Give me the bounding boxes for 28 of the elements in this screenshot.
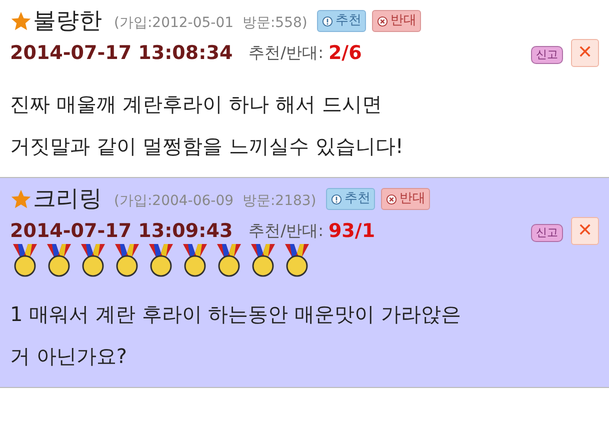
- author-name: 불량한: [33, 7, 102, 36]
- vote-count: 93/1: [328, 218, 376, 244]
- close-button[interactable]: ✕: [571, 38, 599, 67]
- star-icon: [10, 10, 32, 32]
- comment-text: 거짓말과 같이 멀쩡함을 느끼실수 있습니다!: [10, 133, 404, 160]
- member-info: (가입:2012-05-01 방문:558): [114, 14, 308, 33]
- star-icon: [10, 188, 32, 210]
- cancel-icon: [377, 16, 388, 27]
- comment-text: 진짜 매울깨 계란후라이 하나 해서 드시면: [10, 91, 383, 118]
- comment-text: 1 매워서 계란 후라이 하는동안 매운맛이 가라앉은: [10, 301, 462, 328]
- votes-label: 추천/반대:: [248, 42, 324, 64]
- info-icon: [331, 194, 342, 205]
- votes-label: 추천/반대:: [248, 220, 324, 242]
- close-button[interactable]: ✕: [571, 216, 599, 245]
- recommend-button[interactable]: 추천: [317, 10, 366, 32]
- member-info: (가입:2004-06-09 방문:2183): [114, 192, 316, 211]
- report-button[interactable]: 신고: [531, 224, 563, 242]
- vote-count: 2/6: [328, 40, 362, 66]
- cancel-icon: [386, 194, 398, 205]
- oppose-button[interactable]: 반대: [372, 10, 422, 32]
- post-datetime: 2014-07-17 13:08:34: [10, 40, 233, 66]
- info-icon: [322, 16, 334, 27]
- author-name: 크리링: [33, 185, 102, 214]
- comment-text: 거 아닌가요?: [10, 343, 128, 370]
- post-datetime: 2014-07-17 13:09:43: [10, 218, 233, 244]
- oppose-button[interactable]: 반대: [381, 188, 430, 210]
- report-button[interactable]: 신고: [531, 46, 563, 64]
- recommend-button[interactable]: 추천: [326, 188, 376, 210]
